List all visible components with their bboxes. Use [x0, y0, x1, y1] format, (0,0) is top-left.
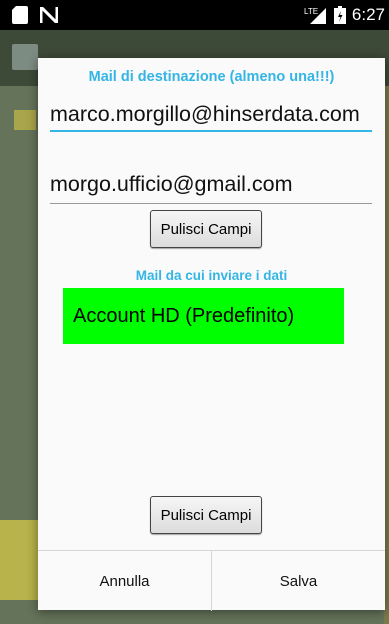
app-background-tab: [14, 110, 36, 130]
mail-settings-dialog: Mail di destinazione (almeno una!!!) mar…: [38, 58, 385, 611]
status-time: 6:27: [351, 5, 385, 24]
clear-fields-button-2[interactable]: Pulisci Campi: [150, 496, 262, 534]
app-background-panel: [0, 520, 38, 600]
status-left-icons: [12, 6, 58, 24]
app-thumbnail-icon: [12, 44, 38, 70]
email-field-2[interactable]: morgo.ufficio@gmail.com: [50, 172, 372, 204]
dialog-actions: Annulla Salva: [38, 550, 385, 611]
status-right-icons: LTE 6:27: [304, 5, 385, 25]
sender-account-label: Account HD (Predefinito): [73, 304, 295, 327]
sender-account-item[interactable]: Account HD (Predefinito): [63, 288, 344, 344]
save-button[interactable]: Salva: [211, 551, 385, 611]
n-notification-icon: [40, 7, 58, 23]
battery-icon: [333, 6, 346, 24]
status-bar: LTE 6:27: [0, 0, 389, 30]
destination-header: Mail di destinazione (almeno una!!!): [88, 69, 335, 85]
email-field-1[interactable]: marco.morgillo@hinserdata.com: [50, 102, 372, 132]
sender-header: Mail da cui inviare i dati: [135, 268, 288, 283]
clear-fields-button[interactable]: Pulisci Campi: [150, 210, 262, 248]
cancel-button[interactable]: Annulla: [38, 551, 211, 611]
lte-label: LTE: [304, 7, 318, 16]
sd-card-icon: [12, 6, 28, 24]
lte-signal-icon: LTE: [304, 7, 326, 24]
